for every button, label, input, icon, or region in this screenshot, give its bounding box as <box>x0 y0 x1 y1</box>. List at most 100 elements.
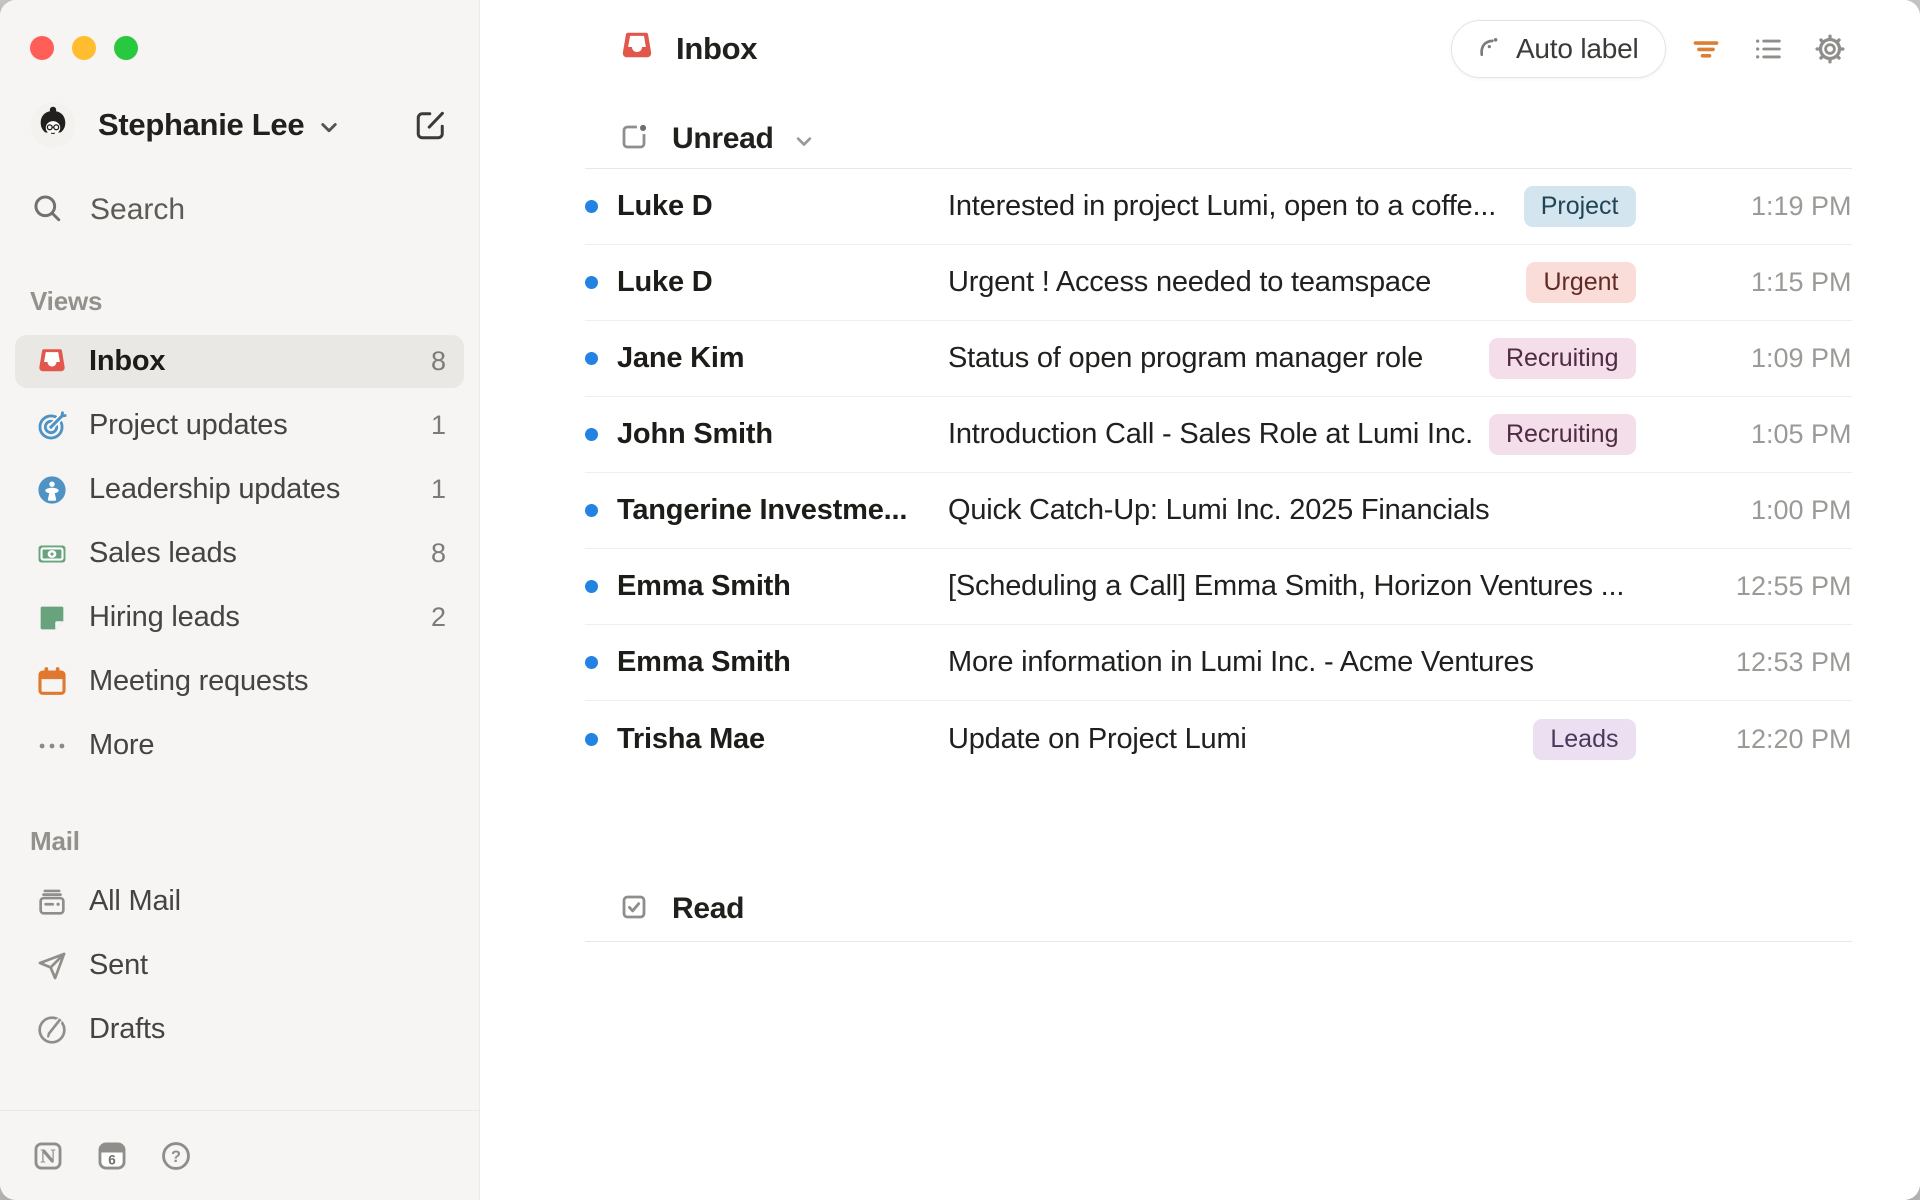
email-subject: Status of open program manager role <box>948 342 1423 374</box>
email-subject: Interested in project Lumi, open to a co… <box>948 190 1497 222</box>
sidebar-item-inbox[interactable]: Inbox 8 <box>15 335 464 388</box>
sidebar-item-more[interactable]: More <box>15 719 464 772</box>
sidebar-item-label: Inbox <box>89 345 166 377</box>
email-time: 12:20 PM <box>1735 723 1852 754</box>
label-badge: Recruiting <box>1488 338 1636 379</box>
chevron-down-icon <box>790 127 818 155</box>
unread-dot <box>585 352 598 365</box>
email-row[interactable]: Trisha Mae Update on Project Lumi Leads 12:… <box>585 701 1852 777</box>
sidebar-item-meeting-requests[interactable]: Meeting requests <box>15 655 464 708</box>
calendar-day-icon[interactable]: 6 <box>94 1138 130 1174</box>
email-subject: Introduction Call - Sales Role at Lumi I… <box>948 418 1473 450</box>
read-section: Read <box>585 877 1852 942</box>
email-row[interactable]: Luke D Urgent ! Access needed to teamspac… <box>585 245 1852 321</box>
close-button[interactable] <box>30 36 54 60</box>
search-label: Search <box>90 193 186 226</box>
email-sender: Jane Kim <box>617 342 745 374</box>
sidebar-item-all-mail[interactable]: All Mail <box>15 875 464 928</box>
calendar-icon <box>35 665 69 699</box>
email-subject: Update on Project Lumi <box>948 722 1247 755</box>
unread-dot <box>585 580 598 593</box>
email-list: Luke D Interested in project Lumi, open t… <box>585 169 1852 777</box>
help-icon[interactable]: ? <box>158 1138 194 1174</box>
sidebar-item-label: Drafts <box>89 1013 166 1045</box>
email-time: 12:53 PM <box>1735 647 1852 677</box>
read-section-label: Read <box>672 892 745 925</box>
chevron-down-icon <box>314 112 344 142</box>
email-row[interactable]: Jane Kim Status of open program manager r… <box>585 321 1852 397</box>
email-subject: More information in Lumi Inc. - Acme Ven… <box>948 646 1534 678</box>
account-name: Stephanie Lee <box>98 107 305 142</box>
email-row[interactable]: Emma Smith More information in Lumi Inc. … <box>585 625 1852 701</box>
window-controls <box>0 0 479 60</box>
svg-text:N: N <box>40 1146 56 1167</box>
unread-dot <box>585 200 598 213</box>
sidebar-footer: N 6 ? <box>0 1110 479 1200</box>
email-time: 1:05 PM <box>1750 419 1852 449</box>
unread-section-label: Unread <box>672 122 774 155</box>
divider <box>585 941 1852 942</box>
unread-count: 1 <box>430 410 446 440</box>
section-label: Views <box>30 286 103 316</box>
person-circle-icon <box>35 473 69 507</box>
email-sender: Tangerine Investme... <box>617 494 908 526</box>
all-mail-icon <box>35 885 69 919</box>
inbox-icon <box>618 28 656 71</box>
unread-section-header[interactable]: Unread <box>585 110 1852 168</box>
email-time: 12:55 PM <box>1735 571 1852 601</box>
unread-square-icon <box>618 121 650 158</box>
sidebar-item-label: Meeting requests <box>89 665 309 697</box>
email-subject: [Scheduling a Call] Emma Smith, Horizon … <box>948 570 1625 602</box>
compose-button[interactable] <box>411 105 451 145</box>
sidebar-item-label: Sales leads <box>89 537 237 569</box>
unread-count: 2 <box>430 602 446 632</box>
read-section-header[interactable]: Read <box>585 877 1852 941</box>
label-badge: Leads <box>1533 718 1636 760</box>
app-window: Stephanie Lee Search Views Inbox 8 Project … <box>0 0 1920 1200</box>
list-view-icon[interactable] <box>1746 27 1790 71</box>
email-subject: Quick Catch-Up: Lumi Inc. 2025 Financial… <box>948 494 1490 526</box>
sidebar-item-sales-leads[interactable]: Sales leads 8 <box>15 527 464 580</box>
unread-dot <box>585 276 598 289</box>
sidebar-item-label: More <box>89 729 155 761</box>
note-icon <box>35 601 69 635</box>
search-button[interactable]: Search <box>30 188 449 232</box>
sidebar-item-drafts[interactable]: Drafts <box>15 1003 464 1056</box>
auto-label-button[interactable]: Auto label <box>1450 20 1666 78</box>
gear-icon[interactable] <box>1808 27 1852 71</box>
sidebar-item-label: Sent <box>89 949 148 981</box>
email-time: 1:19 PM <box>1750 191 1852 221</box>
unread-dot <box>585 732 598 746</box>
sidebar-item-sent[interactable]: Sent <box>15 939 464 992</box>
zoom-button[interactable] <box>114 36 138 60</box>
auto-label-text: Auto label <box>1515 33 1639 64</box>
account-switcher[interactable]: Stephanie Lee <box>30 102 451 148</box>
sidebar-item-label: Project updates <box>89 409 288 441</box>
notion-logo-icon[interactable]: N <box>30 1138 66 1174</box>
avatar <box>30 102 76 148</box>
minimize-button[interactable] <box>72 36 96 60</box>
unread-count: 1 <box>430 474 446 504</box>
page-title: Inbox <box>676 31 758 66</box>
unread-count: 8 <box>430 538 446 568</box>
label-badge: Recruiting <box>1488 414 1636 455</box>
email-row[interactable]: Luke D Interested in project Lumi, open t… <box>585 169 1852 245</box>
email-row[interactable]: John Smith Introduction Call - Sales Role… <box>585 397 1852 473</box>
search-icon <box>30 191 64 230</box>
sidebar-item-leadership-updates[interactable]: Leadership updates 1 <box>15 463 464 516</box>
svg-text:6: 6 <box>108 1152 115 1167</box>
email-time: 1:00 PM <box>1750 495 1852 525</box>
sidebar-item-project-updates[interactable]: Project updates 1 <box>15 399 464 452</box>
unread-dot <box>585 428 598 441</box>
sidebar-item-hiring-leads[interactable]: Hiring leads 2 <box>15 591 464 644</box>
checkbox-icon <box>618 891 650 928</box>
email-time: 1:15 PM <box>1750 267 1852 297</box>
unread-dot <box>585 504 598 517</box>
inbox-icon <box>35 345 69 379</box>
filter-icon[interactable] <box>1684 27 1728 71</box>
email-row[interactable]: Tangerine Investme... Quick Catch-Up: Lum… <box>585 473 1852 549</box>
email-sender: Emma Smith <box>617 646 791 678</box>
send-icon <box>35 949 69 983</box>
email-row[interactable]: Emma Smith [Scheduling a Call] Emma Smith… <box>585 549 1852 625</box>
email-sender: Luke D <box>617 266 713 298</box>
